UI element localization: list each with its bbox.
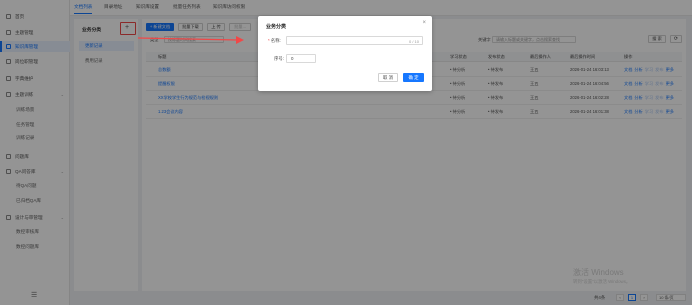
arrow-head (236, 36, 244, 44)
annotation-arrow (137, 36, 244, 44)
arrow-shaft (137, 37, 239, 41)
